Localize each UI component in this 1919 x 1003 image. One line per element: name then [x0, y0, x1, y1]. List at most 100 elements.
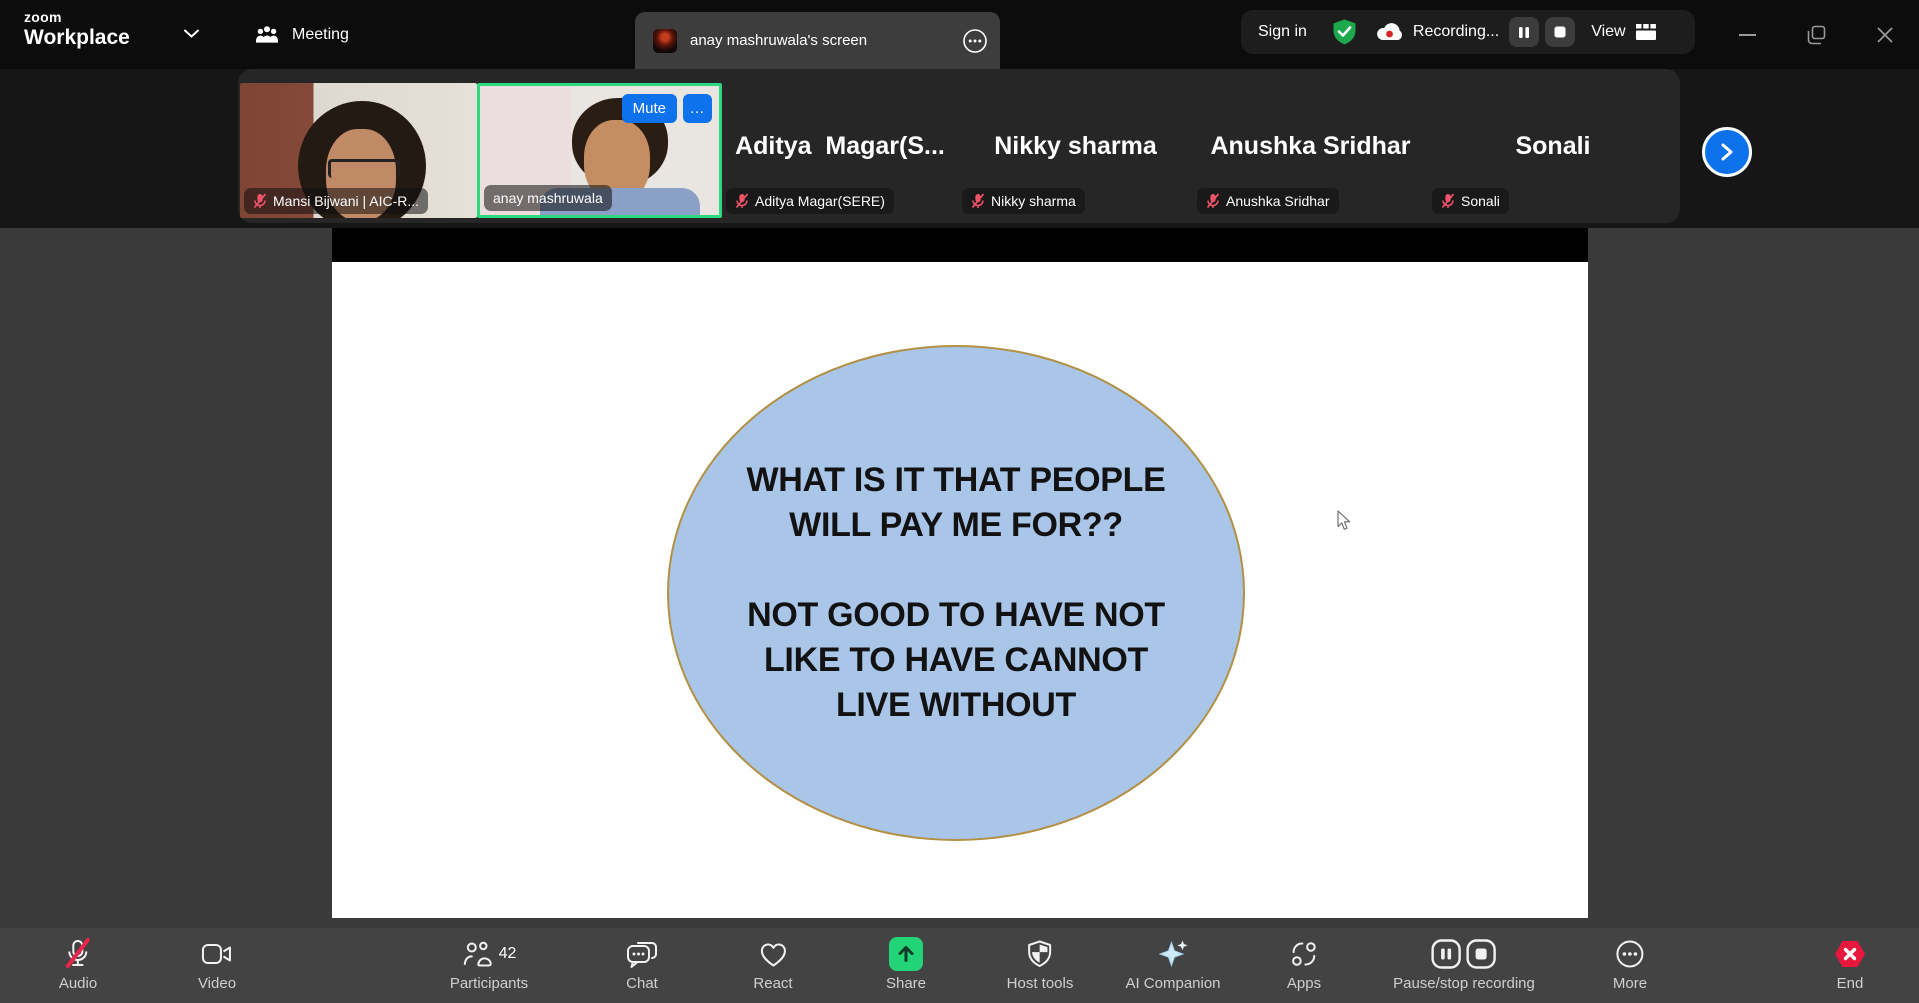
- security-shield-icon[interactable]: [1331, 18, 1358, 46]
- participant-name-badge: Anushka Sridhar: [1197, 188, 1339, 214]
- audio-button-label: Audio: [59, 975, 97, 992]
- shared-screen-favicon: [653, 29, 677, 53]
- react-button-label: React: [753, 975, 792, 992]
- meeting-tab-label: Meeting: [292, 26, 349, 44]
- host-tools-button[interactable]: Host tools: [1007, 928, 1074, 1003]
- chat-button-label: Chat: [626, 975, 658, 992]
- participant-display-name: Sonali: [1515, 132, 1590, 161]
- more-button-label: More: [1613, 975, 1647, 992]
- host-tools-shield-icon: [1026, 937, 1054, 971]
- participant-name-badge: anay mashruwala: [484, 185, 612, 211]
- mute-participant-button[interactable]: Mute: [622, 94, 677, 123]
- participant-name-label: Mansi Bijwani | AIC-R...: [273, 193, 419, 209]
- participants-button[interactable]: 42 Participants: [450, 928, 528, 1003]
- ai-companion-sparkle-icon: [1157, 937, 1189, 971]
- shared-screen-view: WHAT IS IT THAT PEOPLE WILL PAY ME FOR??…: [332, 228, 1588, 918]
- chat-bubbles-icon: [626, 937, 658, 971]
- participants-count-badge: 42: [499, 945, 517, 963]
- participant-name-label: Aditya Magar(SERE): [755, 193, 885, 209]
- titlebar-right-cluster: Sign in Recording... View: [1241, 10, 1695, 54]
- video-button-label: Video: [198, 975, 236, 992]
- host-tools-button-label: Host tools: [1007, 975, 1074, 992]
- window-minimize-button[interactable]: [1720, 0, 1776, 69]
- end-meeting-button[interactable]: End: [1833, 928, 1867, 1003]
- pause-stop-recording-button[interactable]: Pause/stop recording: [1393, 928, 1535, 1003]
- slide-text-line: LIVE WITHOUT: [747, 683, 1165, 728]
- slide-text-line: WHAT IS IT THAT PEOPLE: [746, 458, 1165, 503]
- end-button-label: End: [1837, 975, 1864, 992]
- meeting-people-icon: [255, 25, 279, 45]
- participant-name-badge: Sonali: [1432, 188, 1509, 214]
- participant-more-options-button[interactable]: …: [683, 94, 712, 123]
- slide-text-line: NOT GOOD TO HAVE NOT: [747, 593, 1165, 638]
- presentation-slide: WHAT IS IT THAT PEOPLE WILL PAY ME FOR??…: [332, 262, 1588, 918]
- video-tile-mansi[interactable]: Mansi Bijwani | AIC-R...: [240, 83, 477, 218]
- muted-mic-icon: [253, 193, 267, 209]
- video-tile-anay-active-speaker[interactable]: Mute … anay mashruwala: [477, 83, 722, 218]
- participant-display-name: Nikky sharma: [994, 132, 1157, 161]
- participant-tile-anushka[interactable]: Anushka Sridhar Anushka Sridhar: [1193, 83, 1428, 218]
- stop-recording-icon: [1465, 938, 1497, 970]
- apps-icon: [1290, 937, 1318, 971]
- logo-zoom-text: zoom: [24, 10, 130, 24]
- tab-options-ellipsis-icon[interactable]: [962, 28, 988, 54]
- participant-tile-nikky[interactable]: Nikky sharma Nikky sharma: [958, 83, 1193, 218]
- logo-workplace-text: Workplace: [24, 27, 130, 48]
- filmstrip-next-page-button[interactable]: [1702, 127, 1752, 177]
- tab-meeting[interactable]: Meeting: [255, 0, 349, 69]
- slide-paragraph-1: WHAT IS IT THAT PEOPLE WILL PAY ME FOR??: [746, 458, 1165, 548]
- tab-shared-screen[interactable]: anay mashruwala's screen: [635, 12, 1000, 69]
- ai-companion-button-label: AI Companion: [1125, 975, 1220, 992]
- meeting-toolbar: Audio Video: [0, 928, 1919, 1003]
- sign-in-button[interactable]: Sign in: [1258, 23, 1307, 41]
- apps-button-label: Apps: [1287, 975, 1321, 992]
- view-layout-grid-icon[interactable]: [1635, 23, 1657, 41]
- zoom-workplace-logo: zoom Workplace: [24, 10, 130, 48]
- view-button-label[interactable]: View: [1591, 23, 1625, 41]
- participant-display-name: Aditya Magar(S...: [735, 132, 945, 161]
- participant-name-badge: Aditya Magar(SERE): [726, 188, 894, 214]
- slide-paragraph-2: NOT GOOD TO HAVE NOT LIKE TO HAVE CANNOT…: [747, 593, 1165, 728]
- pause-recording-icon: [1430, 938, 1462, 970]
- workspace-chevron-down-icon[interactable]: [183, 28, 200, 39]
- share-button-label: Share: [886, 975, 926, 992]
- video-camera-icon: [201, 937, 233, 971]
- slide-ellipse-shape: WHAT IS IT THAT PEOPLE WILL PAY ME FOR??…: [667, 345, 1245, 841]
- recording-status-label: Recording...: [1413, 23, 1499, 41]
- participant-name-label: Sonali: [1461, 193, 1500, 209]
- muted-mic-icon: [1206, 193, 1220, 209]
- muted-mic-icon: [1441, 193, 1455, 209]
- window-restore-button[interactable]: [1789, 0, 1845, 69]
- participant-display-name: Anushka Sridhar: [1210, 132, 1410, 161]
- participant-name-label: Nikky sharma: [991, 193, 1076, 209]
- participant-name-badge: Nikky sharma: [962, 188, 1085, 214]
- react-button[interactable]: React: [753, 928, 792, 1003]
- more-button[interactable]: More: [1613, 928, 1647, 1003]
- video-button[interactable]: Video: [198, 928, 236, 1003]
- pause-stop-recording-label: Pause/stop recording: [1393, 975, 1535, 992]
- participant-tile-sonali[interactable]: Sonali Sonali: [1428, 83, 1678, 218]
- cloud-recording-icon: [1375, 21, 1405, 43]
- shared-screen-tab-label: anay mashruwala's screen: [690, 32, 962, 49]
- muted-mic-icon: [971, 193, 985, 209]
- participant-video-placeholder: [328, 159, 400, 178]
- more-ellipsis-icon: [1615, 937, 1645, 971]
- participant-tile-aditya[interactable]: Aditya Magar(S... Aditya Magar(SERE): [722, 83, 958, 218]
- stop-recording-button[interactable]: [1545, 17, 1575, 47]
- window-close-button[interactable]: [1857, 0, 1913, 69]
- pause-recording-button[interactable]: [1509, 17, 1539, 47]
- ai-companion-button[interactable]: AI Companion: [1125, 928, 1220, 1003]
- mic-muted-icon: [63, 937, 93, 971]
- titlebar: zoom Workplace Meeting anay mashruwala's…: [0, 0, 1919, 69]
- share-button[interactable]: Share: [886, 928, 926, 1003]
- muted-mic-icon: [735, 193, 749, 209]
- participant-name-label: Anushka Sridhar: [1226, 193, 1330, 209]
- participant-name-badge: Mansi Bijwani | AIC-R...: [244, 188, 428, 214]
- audio-button[interactable]: Audio: [59, 928, 97, 1003]
- participants-icon: [462, 939, 492, 969]
- chat-button[interactable]: Chat: [626, 928, 658, 1003]
- heart-react-icon: [758, 937, 788, 971]
- slide-text-line: LIKE TO HAVE CANNOT: [747, 638, 1165, 683]
- apps-button[interactable]: Apps: [1287, 928, 1321, 1003]
- participant-name-label: anay mashruwala: [493, 190, 603, 206]
